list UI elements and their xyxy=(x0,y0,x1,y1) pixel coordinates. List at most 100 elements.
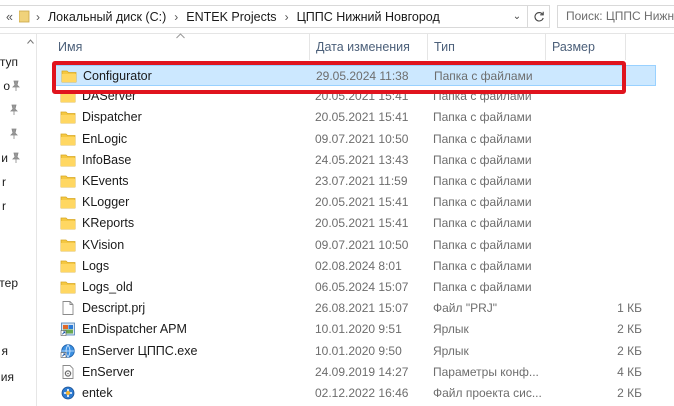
file-type: Папка с файлами xyxy=(433,152,532,167)
file-type: Папка с файлами xyxy=(433,258,532,273)
nav-item[interactable]: тер xyxy=(0,274,36,292)
file-name: EnDispatcher APM xyxy=(82,322,187,337)
file-size xyxy=(552,129,642,150)
breadcrumb-separator: › xyxy=(174,9,179,24)
folder-icon xyxy=(60,132,76,146)
breadcrumb-local-disk[interactable]: Локальный диск (C:) xyxy=(46,10,168,24)
globe-shortcut-icon xyxy=(60,343,76,358)
chevron-down-icon[interactable]: ⌄ xyxy=(507,11,527,22)
file-row[interactable]: EnServer ЦППС.exe 10.01.2020 9:50 Ярлык 2 К… xyxy=(52,341,656,362)
file-row[interactable]: Dispatcher 20.05.2021 15:41 Папка с файлам… xyxy=(52,107,656,128)
file-name: EnLogic xyxy=(82,131,128,146)
file-size xyxy=(552,277,642,298)
file-date-modified: 09.07.2021 10:50 xyxy=(315,131,409,146)
file-type: Папка с файлами xyxy=(433,110,532,125)
breadcrumb-separator: › xyxy=(35,9,40,24)
file-date-modified: 02.08.2024 8:01 xyxy=(315,258,402,273)
pin-icon xyxy=(10,128,18,139)
file-row[interactable]: EnLogic 09.07.2021 10:50 Папка с файлами xyxy=(52,129,656,150)
nav-item[interactable] xyxy=(0,125,36,143)
file-size xyxy=(552,86,642,107)
file-row[interactable]: Configurator 29.05.2024 11:38 Папка с файл… xyxy=(52,65,656,86)
file-row[interactable]: KEvents 23.07.2021 11:59 Папка с файлами xyxy=(52,171,656,192)
config-file-icon xyxy=(60,364,76,379)
file-row[interactable]: Logs 02.08.2024 8:01 Папка с файлами xyxy=(52,256,656,277)
nav-scroll-up-button[interactable] xyxy=(26,34,35,48)
column-header-name[interactable]: Имя xyxy=(52,34,310,60)
column-header-type[interactable]: Тип xyxy=(427,34,545,60)
pin-icon xyxy=(10,104,18,115)
file-type: Папка с файлами xyxy=(433,216,532,231)
file-row[interactable]: entek 02.12.2022 16:46 Файл проекта сис...… xyxy=(52,383,656,404)
file-name: Configurator xyxy=(83,69,152,83)
file-size xyxy=(552,256,642,277)
file-date-modified: 26.08.2021 15:07 xyxy=(315,301,409,316)
breadcrumb-current-folder[interactable]: ЦППС Нижний Новгород xyxy=(295,10,442,24)
file-row[interactable]: KLogger 20.05.2021 15:41 Папка с файлами xyxy=(52,192,656,213)
file-name: KVision xyxy=(82,237,125,252)
file-row[interactable]: KVision 09.07.2021 10:50 Папка с файлами xyxy=(52,235,656,256)
chevron-up-icon xyxy=(27,38,34,44)
file-date-modified: 20.05.2021 15:41 xyxy=(315,110,409,125)
file-date-modified: 10.01.2020 9:51 xyxy=(315,322,402,337)
refresh-icon xyxy=(534,11,544,21)
file-size xyxy=(552,192,642,213)
file-name: Dispatcher xyxy=(82,110,142,125)
breadcrumb-entek-projects[interactable]: ENTEK Projects xyxy=(184,10,278,24)
column-header-row: Имя Дата изменения Тип Размер xyxy=(36,33,674,60)
file-date-modified: 02.12.2022 16:46 xyxy=(315,386,409,400)
file-row[interactable]: EnServer 24.09.2019 14:27 Параметры конф..… xyxy=(52,362,656,383)
file-size xyxy=(552,213,642,234)
folder-icon xyxy=(60,238,76,252)
nav-item[interactable]: и xyxy=(0,149,36,167)
file-date-modified: 24.05.2021 13:43 xyxy=(315,152,409,167)
nav-item[interactable]: туп xyxy=(0,53,36,71)
column-header-size[interactable]: Размер xyxy=(545,34,625,60)
file-type: Папка с файлами xyxy=(433,280,532,294)
file-row[interactable]: DAServer 20.05.2021 15:41 Папка с файлами xyxy=(52,86,656,107)
file-row[interactable]: Logs_old 06.05.2024 15:07 Папка с файлами xyxy=(52,277,656,298)
column-header-divider[interactable] xyxy=(625,34,665,60)
file-name: entek xyxy=(82,386,113,400)
folder-icon xyxy=(60,259,76,273)
file-size: 2 КБ xyxy=(617,386,642,400)
file-row[interactable]: InfoBase 24.05.2021 13:43 Папка с файлами xyxy=(52,150,656,171)
overflow-chevron[interactable]: « xyxy=(6,10,13,24)
nav-item[interactable]: о xyxy=(0,77,36,95)
folder-icon xyxy=(60,195,76,209)
folder-icon xyxy=(60,174,76,188)
file-row[interactable]: EnDispatcher APM 10.01.2020 9:51 Ярлык 2 КБ xyxy=(52,319,656,340)
nav-item[interactable]: r xyxy=(0,197,36,215)
nav-item[interactable]: r xyxy=(0,173,36,191)
file-size: 2 КБ xyxy=(617,343,642,358)
file-date-modified: 23.07.2021 11:59 xyxy=(315,174,408,188)
nav-item[interactable]: ия xyxy=(0,368,36,386)
file-name: Logs xyxy=(82,258,110,273)
column-header-date[interactable]: Дата изменения xyxy=(309,34,427,60)
file-name: KLogger xyxy=(82,195,130,210)
file-icon xyxy=(60,301,76,316)
nav-item[interactable]: я xyxy=(0,342,36,360)
search-input[interactable]: Поиск: ЦППС Нижни xyxy=(557,5,674,28)
file-size xyxy=(552,171,642,192)
nav-item[interactable] xyxy=(0,101,36,119)
navigation-pane[interactable]: туп о и r r тер я ия xyxy=(0,34,37,406)
file-type: Папка с файлами xyxy=(433,174,532,188)
refresh-button[interactable] xyxy=(528,5,550,28)
pin-icon xyxy=(12,152,20,163)
address-bar[interactable]: « › Локальный диск (C:) › ENTEK Projects… xyxy=(0,5,528,28)
file-size: 1 КБ xyxy=(617,301,642,316)
file-row[interactable]: KReports 20.05.2021 15:41 Папка с файлами xyxy=(52,213,656,234)
folder-icon xyxy=(61,69,77,83)
file-row[interactable]: Descript.prj 26.08.2021 15:07 Файл "PRJ" 1 … xyxy=(52,298,656,319)
file-type: Папка с файлами xyxy=(433,195,532,210)
file-name: Logs_old xyxy=(82,280,133,294)
project-file-icon xyxy=(60,386,76,400)
folder-icon xyxy=(60,110,76,124)
file-name: InfoBase xyxy=(82,152,132,167)
file-size: 4 КБ xyxy=(617,364,642,379)
file-type: Папка с файлами xyxy=(433,89,532,104)
file-date-modified: 20.05.2021 15:41 xyxy=(315,89,409,104)
breadcrumb-separator: › xyxy=(284,9,289,24)
file-type: Папка с файлами xyxy=(433,237,532,252)
